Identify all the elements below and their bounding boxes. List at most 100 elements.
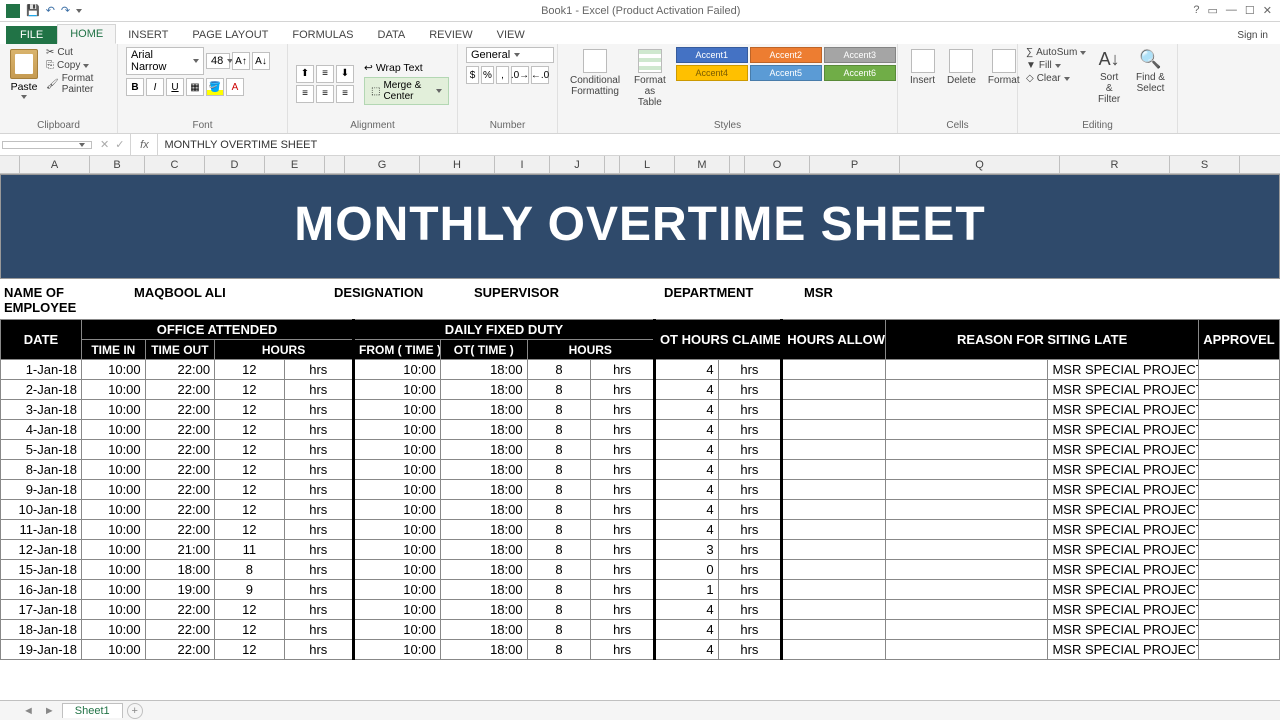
cell[interactable]: 18-Jan-18	[1, 620, 82, 640]
column-header[interactable]: C	[145, 156, 205, 173]
cell[interactable]: 22:00	[145, 620, 214, 640]
cell[interactable]: 4-Jan-18	[1, 420, 82, 440]
align-top-icon[interactable]: ⬆	[296, 65, 314, 83]
column-header[interactable]	[730, 156, 745, 173]
cell[interactable]: hrs	[718, 460, 782, 480]
cell[interactable]: 18:00	[440, 520, 527, 540]
formula-input[interactable]: MONTHLY OVERTIME SHEET	[158, 138, 1280, 152]
ribbon-options-icon[interactable]: ▭	[1208, 4, 1218, 17]
column-header[interactable]: A	[20, 156, 90, 173]
cell[interactable]: 11	[215, 540, 284, 560]
column-header[interactable]: G	[345, 156, 420, 173]
column-header[interactable]: D	[205, 156, 265, 173]
cell[interactable]: 10:00	[82, 420, 146, 440]
table-row[interactable]: 2-Jan-1810:0022:0012hrs10:0018:008hrs4hr…	[1, 380, 1280, 400]
cell[interactable]: 10:00	[354, 580, 441, 600]
sort-filter-button[interactable]: A↓Sort & Filter	[1092, 47, 1126, 107]
cell[interactable]: hrs	[591, 420, 655, 440]
column-header[interactable]: R	[1060, 156, 1170, 173]
select-all-corner[interactable]	[0, 156, 20, 173]
cell[interactable]: hrs	[718, 420, 782, 440]
cell[interactable]: 18:00	[440, 380, 527, 400]
cell[interactable]: 10:00	[354, 640, 441, 660]
cell[interactable]: 10:00	[354, 460, 441, 480]
cell[interactable]: hrs	[284, 580, 353, 600]
table-row[interactable]: 19-Jan-1810:0022:0012hrs10:0018:008hrs4h…	[1, 640, 1280, 660]
cell[interactable]: 8	[527, 420, 591, 440]
cell[interactable]	[782, 360, 886, 380]
cell[interactable]: MSR SPECIAL PROJECT DUTY	[1048, 520, 1198, 540]
cell[interactable]: 10:00	[354, 600, 441, 620]
cell[interactable]: 18:00	[440, 360, 527, 380]
cell[interactable]: 8	[527, 440, 591, 460]
italic-button[interactable]: I	[146, 78, 164, 96]
paste-button[interactable]: Paste	[8, 47, 40, 101]
cell[interactable]: 18:00	[440, 420, 527, 440]
cell[interactable]	[1198, 560, 1279, 580]
cell[interactable]: 18:00	[440, 540, 527, 560]
conditional-formatting-button[interactable]: Conditional Formatting	[566, 47, 624, 99]
table-row[interactable]: 4-Jan-1810:0022:0012hrs10:0018:008hrs4hr…	[1, 420, 1280, 440]
cell[interactable]	[1198, 440, 1279, 460]
table-row[interactable]: 12-Jan-1810:0021:0011hrs10:0018:008hrs3h…	[1, 540, 1280, 560]
cell[interactable]: hrs	[591, 360, 655, 380]
column-header[interactable]: E	[265, 156, 325, 173]
cell[interactable]	[782, 500, 886, 520]
cell[interactable]: 4	[654, 400, 718, 420]
cell[interactable]: hrs	[591, 580, 655, 600]
table-row[interactable]: 10-Jan-1810:0022:0012hrs10:0018:008hrs4h…	[1, 500, 1280, 520]
column-header[interactable]: M	[675, 156, 730, 173]
cell[interactable]: hrs	[284, 420, 353, 440]
column-header[interactable]: Q	[900, 156, 1060, 173]
cell[interactable]: hrs	[591, 540, 655, 560]
tab-data[interactable]: DATA	[366, 26, 418, 44]
column-header[interactable]: L	[620, 156, 675, 173]
delete-cells-button[interactable]: Delete	[943, 47, 980, 88]
style-accent5[interactable]: Accent5	[750, 65, 822, 81]
cell[interactable]	[782, 440, 886, 460]
cell[interactable]: 3	[654, 540, 718, 560]
cell[interactable]: 4	[654, 440, 718, 460]
cell[interactable]: 17-Jan-18	[1, 600, 82, 620]
cell[interactable]: 18:00	[440, 480, 527, 500]
fx-button[interactable]: fx	[130, 134, 158, 155]
cell[interactable]: 8	[215, 560, 284, 580]
style-accent3[interactable]: Accent3	[824, 47, 896, 63]
cell[interactable]: MSR SPECIAL PROJECT DUTY	[1048, 620, 1198, 640]
cell[interactable]	[886, 360, 1048, 380]
cell[interactable]: 4	[654, 480, 718, 500]
cell[interactable]: hrs	[718, 520, 782, 540]
cell[interactable]: 3-Jan-18	[1, 400, 82, 420]
cell[interactable]: 12	[215, 620, 284, 640]
cell[interactable]: hrs	[591, 640, 655, 660]
qat-customize-icon[interactable]	[76, 9, 82, 13]
cell[interactable]	[886, 420, 1048, 440]
cell[interactable]: 18:00	[440, 560, 527, 580]
cell[interactable]: 9-Jan-18	[1, 480, 82, 500]
sheet-nav-prev-icon[interactable]: ◄	[20, 705, 37, 717]
cell[interactable]: 4	[654, 460, 718, 480]
table-row[interactable]: 5-Jan-1810:0022:0012hrs10:0018:008hrs4hr…	[1, 440, 1280, 460]
column-header[interactable]: O	[745, 156, 810, 173]
save-icon[interactable]: 💾	[26, 4, 40, 17]
cell[interactable]	[886, 640, 1048, 660]
style-accent6[interactable]: Accent6	[824, 65, 896, 81]
decrease-font-icon[interactable]: A↓	[252, 52, 270, 70]
cell[interactable]: hrs	[718, 620, 782, 640]
cell[interactable]: 8	[527, 580, 591, 600]
cell[interactable]	[782, 520, 886, 540]
cut-button[interactable]: ✂Cut	[46, 47, 109, 58]
column-header[interactable]: I	[495, 156, 550, 173]
cell[interactable]	[782, 560, 886, 580]
cell[interactable]: 18:00	[440, 640, 527, 660]
cell[interactable]	[1198, 400, 1279, 420]
cell[interactable]: 10:00	[354, 540, 441, 560]
cell[interactable]: 4	[654, 420, 718, 440]
cell[interactable]: hrs	[284, 620, 353, 640]
cell[interactable]: 11-Jan-18	[1, 520, 82, 540]
cell[interactable]: hrs	[718, 380, 782, 400]
tab-page-layout[interactable]: PAGE LAYOUT	[180, 26, 280, 44]
format-as-table-button[interactable]: Format as Table	[630, 47, 670, 110]
cell[interactable]: 12-Jan-18	[1, 540, 82, 560]
cell[interactable]: hrs	[718, 400, 782, 420]
